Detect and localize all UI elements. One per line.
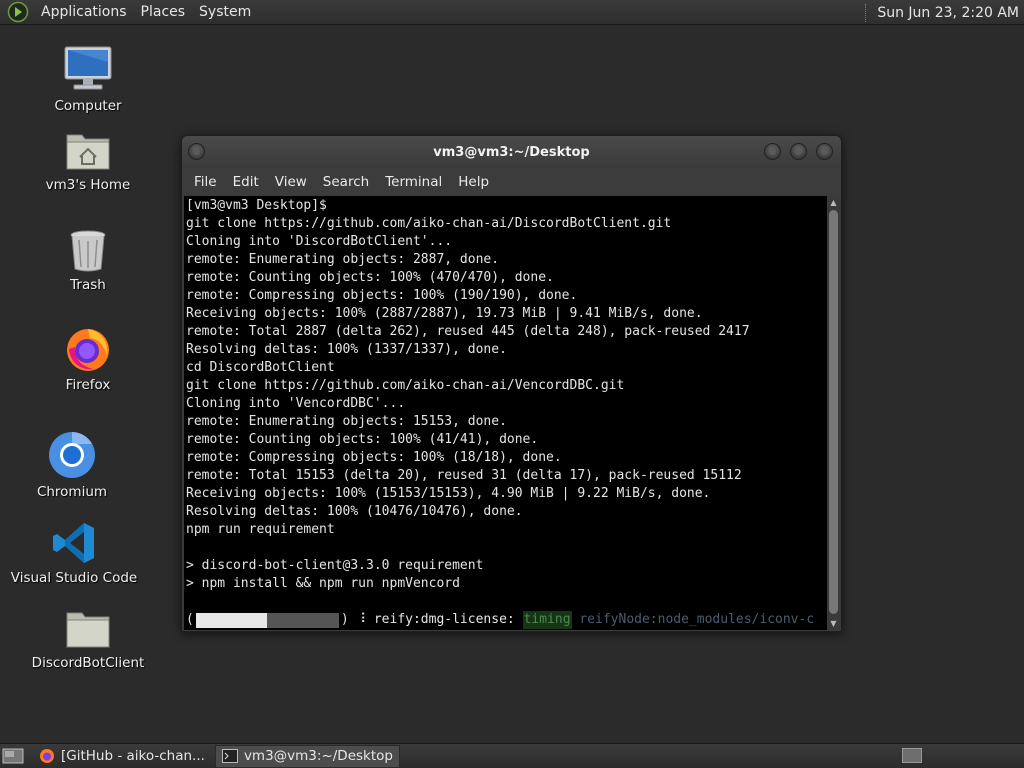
terminal-line: git clone https://github.com/aiko-chan-a…	[186, 378, 625, 393]
desktop-icon-firefox[interactable]: Firefox	[28, 325, 148, 393]
chromium-icon	[49, 432, 95, 478]
desktop-icon-label: Trash	[70, 277, 106, 293]
trash-icon	[70, 230, 106, 272]
terminal-window[interactable]: vm3@vm3:~/Desktop File Edit View Search …	[181, 135, 842, 632]
firefox-icon	[67, 329, 109, 371]
window-menu-button[interactable]	[188, 143, 205, 160]
desktop-icon-label: vm3's Home	[45, 177, 131, 193]
npm-detail: reifyNode:node_modules/iconv-c	[579, 612, 815, 627]
terminal-line: remote: Compressing objects: 100% (18/18…	[186, 450, 562, 465]
panel-separator	[865, 3, 869, 22]
npm-stage: reify:dmg-license:	[373, 612, 515, 627]
vscode-icon	[53, 523, 94, 563]
maximize-button[interactable]	[790, 143, 807, 160]
terminal-icon	[221, 749, 238, 763]
terminal-scrollbar[interactable]: ▲ ▼	[827, 196, 840, 630]
terminal-line: [vm3@vm3 Desktop]$	[186, 198, 327, 213]
system-menu[interactable]: System	[192, 4, 258, 20]
progress-close-paren: )	[340, 612, 349, 627]
menu-edit[interactable]: Edit	[225, 174, 267, 190]
desktop-icon-chromium[interactable]: Chromium	[12, 430, 132, 500]
taskbar-item-label: vm3@vm3:~/Desktop	[243, 748, 393, 764]
folder-icon	[66, 612, 110, 648]
home-folder-icon	[66, 134, 110, 170]
scroll-up-arrow-icon[interactable]: ▲	[829, 198, 838, 207]
applications-menu[interactable]: Applications	[34, 4, 134, 20]
menu-help[interactable]: Help	[450, 174, 497, 190]
terminal-menubar: File Edit View Search Terminal Help	[182, 168, 841, 196]
computer-icon	[64, 46, 112, 90]
terminal-line: remote: Compressing objects: 100% (190/1…	[186, 288, 578, 303]
desktop-icon-computer[interactable]: Computer	[28, 44, 148, 114]
npm-timing-tag: timing	[522, 611, 572, 629]
top-panel: Applications Places System Sun Jun 23, 2…	[0, 0, 1024, 25]
terminal-line: remote: Total 2887 (delta 262), reused 4…	[186, 324, 750, 339]
terminal-line: remote: Enumerating objects: 2887, done.	[186, 252, 500, 267]
scroll-down-arrow-icon[interactable]: ▼	[829, 619, 838, 628]
desktop-icon-label: Firefox	[65, 377, 111, 393]
desktop-icon-trash[interactable]: Trash	[28, 227, 148, 293]
npm-spinner: ⠸	[356, 612, 367, 627]
desktop-icon-label: Visual Studio Code	[10, 570, 138, 586]
menu-file[interactable]: File	[186, 174, 225, 190]
terminal-line: > discord-bot-client@3.3.0 requirement	[186, 558, 484, 573]
taskbar-item-label: [GitHub - aiko-chan...	[61, 748, 205, 764]
terminal-line: cd DiscordBotClient	[186, 360, 335, 375]
menu-search[interactable]: Search	[315, 174, 377, 190]
taskbar-item-firefox[interactable]: [GitHub - aiko-chan...	[32, 745, 212, 768]
terminal-line: Resolving deltas: 100% (10476/10476), do…	[186, 504, 523, 519]
show-desktop-icon[interactable]	[2, 747, 24, 765]
places-menu[interactable]: Places	[134, 4, 193, 20]
taskbar-item-terminal[interactable]: vm3@vm3:~/Desktop	[214, 744, 400, 768]
terminal-line: remote: Counting objects: 100% (41/41), …	[186, 432, 539, 447]
terminal-line: > npm install && npm run npmVencord	[186, 576, 460, 591]
menu-terminal[interactable]: Terminal	[377, 174, 450, 190]
desktop-icon-label: Chromium	[36, 484, 108, 500]
minimize-button[interactable]	[764, 143, 781, 160]
terminal-line: remote: Enumerating objects: 15153, done…	[186, 414, 507, 429]
desktop-icon-vscode[interactable]: Visual Studio Code	[10, 520, 138, 586]
terminal-line: Receiving objects: 100% (2887/2887), 19.…	[186, 306, 703, 321]
terminal-output[interactable]: [vm3@vm3 Desktop]$ git clone https://git…	[184, 196, 827, 630]
distro-logo-icon[interactable]	[7, 1, 29, 23]
terminal-line: remote: Total 15153 (delta 20), reused 3…	[186, 468, 742, 483]
top-panel-right: Sun Jun 23, 2:20 AM	[865, 0, 1024, 25]
close-button[interactable]	[816, 143, 833, 160]
terminal-line: Resolving deltas: 100% (1337/1337), done…	[186, 342, 507, 357]
bottom-panel: [GitHub - aiko-chan... vm3@vm3:~/Desktop	[0, 743, 1024, 768]
desktop-icon-label: DiscordBotClient	[31, 655, 145, 671]
npm-progress-bar	[195, 612, 339, 628]
desktop-icon-home[interactable]: vm3's Home	[28, 127, 148, 193]
clock[interactable]: Sun Jun 23, 2:20 AM	[877, 5, 1024, 21]
terminal-line: remote: Counting objects: 100% (470/470)…	[186, 270, 554, 285]
desktop-icon-discordbotclient[interactable]: DiscordBotClient	[28, 607, 148, 671]
npm-progress-fill	[195, 612, 268, 628]
desktop-icon-label: Computer	[54, 98, 122, 114]
terminal-line: Receiving objects: 100% (15153/15153), 4…	[186, 486, 711, 501]
window-titlebar[interactable]: vm3@vm3:~/Desktop	[182, 136, 841, 168]
terminal-line: npm run requirement	[186, 522, 335, 537]
scrollbar-thumb[interactable]	[829, 210, 838, 614]
terminal-line: Cloning into 'VencordDBC'...	[186, 396, 406, 411]
npm-progress-line: ( ) ⠸ reify:dmg-license: timing reifyNod…	[186, 611, 827, 629]
menu-view[interactable]: View	[267, 174, 315, 190]
terminal-line: git clone https://github.com/aiko-chan-a…	[186, 216, 672, 231]
terminal-line: Cloning into 'DiscordBotClient'...	[186, 234, 453, 249]
progress-open-paren: (	[186, 612, 194, 627]
firefox-icon	[40, 749, 54, 763]
workspace-switcher[interactable]	[902, 748, 922, 763]
window-title: vm3@vm3:~/Desktop	[433, 144, 590, 160]
